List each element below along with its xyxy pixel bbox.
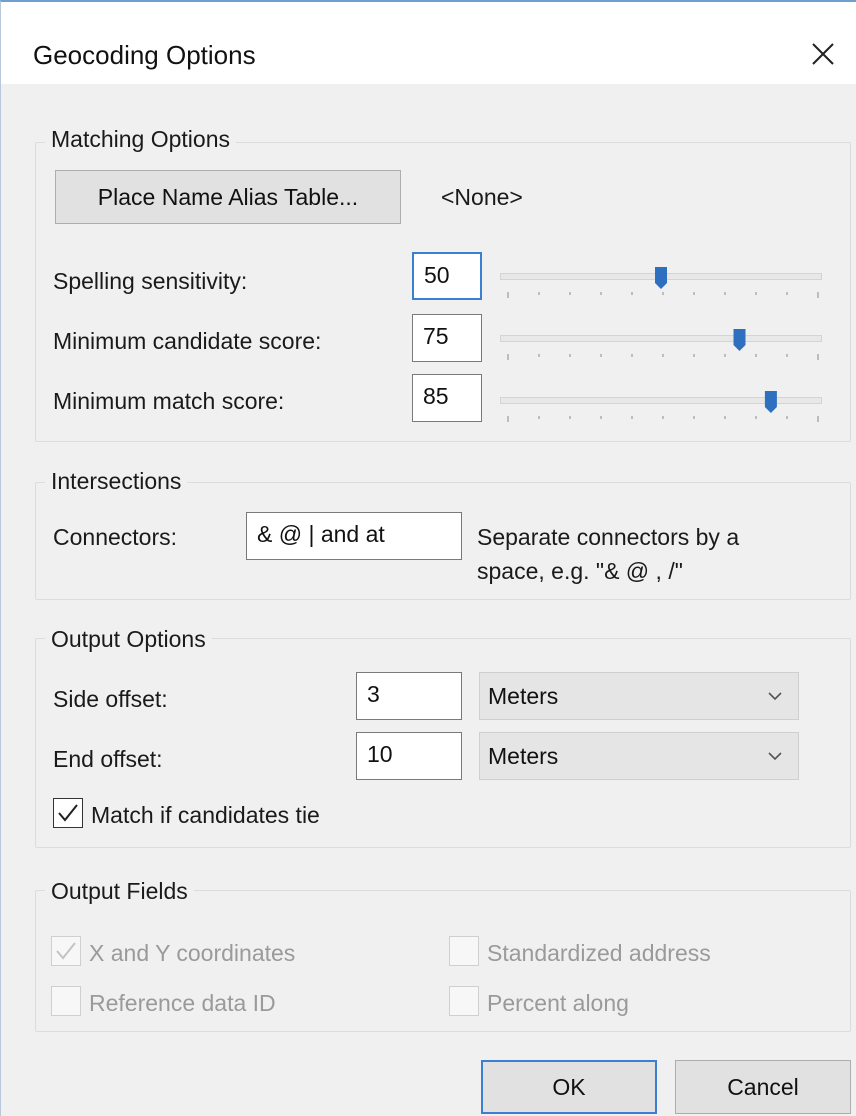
reference-data-id-label: Reference data ID [89, 990, 276, 1016]
intersections-title: Intersections [45, 468, 188, 495]
match-if-candidates-tie-checkbox[interactable] [53, 798, 83, 828]
match-if-candidates-tie-label[interactable]: Match if candidates tie [91, 802, 320, 829]
connectors-label: Connectors: [53, 524, 178, 550]
minimum-match-score-label: Minimum match score: [53, 388, 285, 414]
standardized-address-checkbox [449, 936, 479, 966]
place-name-alias-table-button[interactable]: Place Name Alias Table... [55, 170, 401, 224]
spelling-sensitivity-input[interactable]: 50 [412, 252, 482, 300]
close-icon [812, 43, 834, 65]
end-offset-input[interactable]: 10 [356, 732, 462, 780]
minimum-candidate-score-label: Minimum candidate score: [53, 328, 322, 354]
minimum-candidate-score-input[interactable]: 75 [412, 314, 482, 362]
alias-table-value: <None> [441, 184, 523, 210]
percent-along-label: Percent along [487, 990, 629, 1016]
chevron-down-icon [768, 692, 782, 701]
connectors-hint-line2: space, e.g. "& @ , /" [477, 558, 683, 584]
output-fields-title: Output Fields [45, 878, 194, 905]
matching-options-title: Matching Options [45, 126, 236, 153]
checkmark-icon [56, 942, 76, 960]
cancel-button[interactable]: Cancel [675, 1060, 851, 1114]
chevron-down-icon [768, 752, 782, 761]
end-offset-label: End offset: [53, 746, 163, 772]
minimum-candidate-score-slider[interactable] [500, 321, 826, 361]
output-options-title: Output Options [45, 626, 212, 653]
ok-button[interactable]: OK [481, 1060, 657, 1114]
standardized-address-label: Standardized address [487, 940, 711, 966]
slider-ticks [507, 329, 819, 360]
slider-ticks [507, 391, 819, 422]
connectors-input[interactable]: & @ | and at [246, 512, 462, 560]
slider-ticks [507, 267, 819, 298]
dialog-title: Geocoding Options [33, 40, 256, 70]
slider-thumb[interactable] [733, 329, 746, 351]
slider-thumb[interactable] [655, 267, 667, 289]
xy-coordinates-label: X and Y coordinates [89, 940, 296, 966]
end-offset-unit-select[interactable]: Meters [479, 732, 799, 780]
side-offset-unit-value: Meters [488, 683, 559, 709]
side-offset-label: Side offset: [53, 686, 168, 712]
connectors-hint-line1: Separate connectors by a [477, 524, 740, 550]
minimum-match-score-input[interactable]: 85 [412, 374, 482, 422]
title-bar: Geocoding Options [1, 2, 856, 84]
side-offset-unit-select[interactable]: Meters [479, 672, 799, 720]
spelling-sensitivity-label: Spelling sensitivity: [53, 268, 248, 294]
minimum-match-score-slider[interactable] [500, 383, 826, 423]
slider-thumb[interactable] [764, 391, 777, 413]
side-offset-input[interactable]: 3 [356, 672, 462, 720]
reference-data-id-checkbox [51, 986, 81, 1016]
close-button[interactable] [801, 32, 845, 76]
percent-along-checkbox [449, 986, 479, 1016]
xy-coordinates-checkbox [51, 936, 81, 966]
geocoding-options-dialog: Geocoding Options Matching Options Place… [0, 0, 856, 1116]
end-offset-unit-value: Meters [488, 743, 559, 769]
checkmark-icon [58, 804, 78, 822]
spelling-sensitivity-slider[interactable] [500, 259, 826, 299]
